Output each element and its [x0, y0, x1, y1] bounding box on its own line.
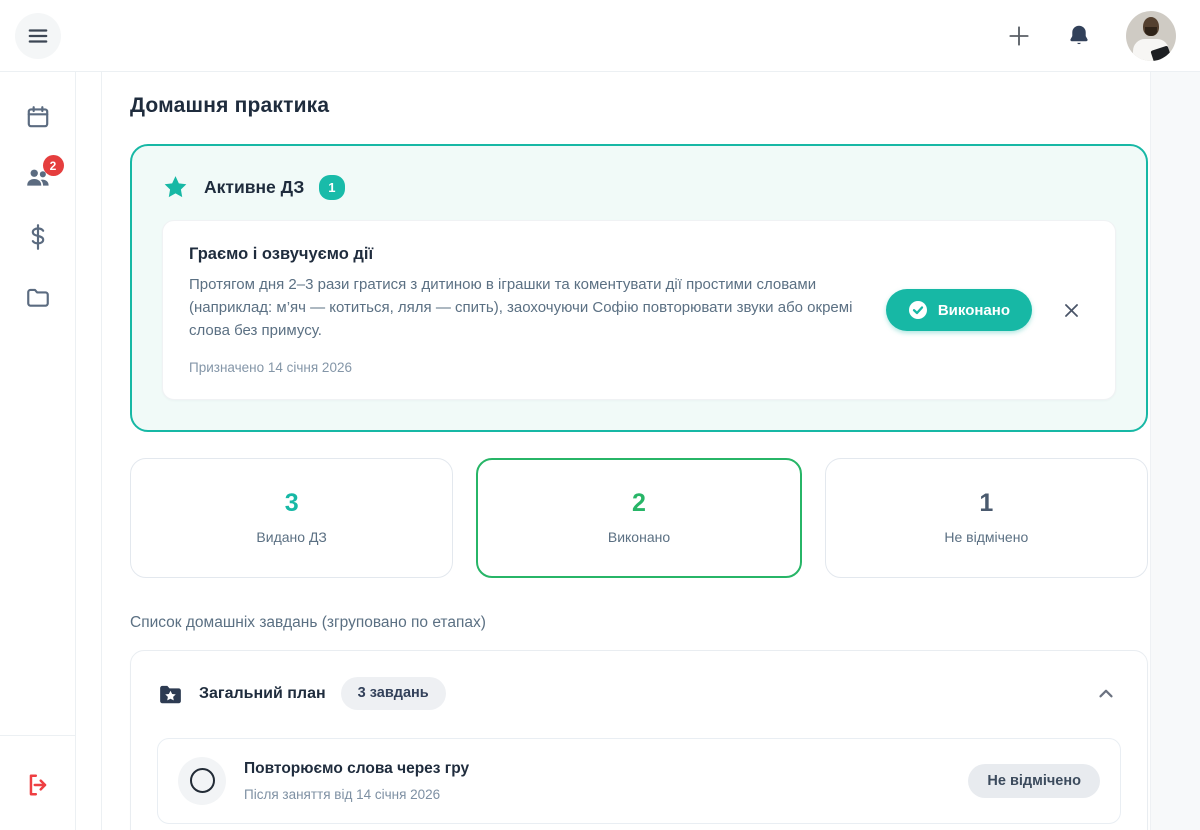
folder-star-icon — [157, 682, 184, 706]
plus-icon — [1006, 23, 1032, 49]
active-homework-header: Активне ДЗ 1 — [162, 174, 1116, 200]
mark-done-label: Виконано — [938, 302, 1010, 319]
dismiss-task-button[interactable] — [1060, 299, 1083, 322]
stage-group-count-badge: 3 завдань — [341, 677, 446, 710]
close-icon — [1062, 301, 1081, 320]
sidebar-item-clients[interactable]: 2 — [23, 164, 53, 190]
sidebar-rail — [76, 72, 102, 830]
menu-button[interactable] — [15, 13, 61, 59]
stage-group-card: Загальний план 3 завдань Повторюємо слов… — [130, 650, 1148, 830]
avatar-face — [1145, 27, 1157, 36]
clients-badge: 2 — [43, 155, 64, 176]
active-homework-label: Активне ДЗ — [204, 177, 304, 198]
stats-row: 3 Видано ДЗ 2 Виконано 1 Не відмічено — [130, 458, 1148, 578]
notifications-button[interactable] — [1066, 23, 1092, 49]
sidebar-item-calendar[interactable] — [23, 104, 53, 130]
active-task-actions: Виконано — [886, 289, 1089, 331]
calendar-icon — [25, 104, 51, 130]
hamburger-icon — [27, 25, 49, 47]
stat-card-unmarked[interactable]: 1 Не відмічено — [825, 458, 1148, 578]
stat-card-issued[interactable]: 3 Видано ДЗ — [130, 458, 453, 578]
active-task-card: Граємо і озвучуємо дії Протягом дня 2–3 … — [162, 220, 1116, 400]
stat-done-label: Виконано — [608, 529, 670, 545]
active-homework-card: Активне ДЗ 1 Граємо і озвучуємо дії Прот… — [130, 144, 1148, 432]
active-task-assigned-date: Призначено 14 січня 2026 — [189, 360, 860, 375]
sidebar-item-billing[interactable] — [23, 224, 53, 250]
stat-done-value: 2 — [632, 491, 646, 516]
stage-group-header: Загальний план 3 завдань — [157, 677, 1121, 710]
right-gutter — [1150, 72, 1200, 830]
stat-card-done[interactable]: 2 Виконано — [476, 458, 801, 578]
avatar[interactable] — [1126, 11, 1176, 61]
chevron-up-icon — [1095, 683, 1117, 705]
folder-icon — [25, 285, 51, 309]
main-content: Домашня практика Активне ДЗ 1 Граємо і о… — [102, 72, 1150, 830]
stat-unmarked-value: 1 — [979, 491, 993, 516]
mark-done-button[interactable]: Виконано — [886, 289, 1032, 331]
sidebar: 2 — [0, 72, 76, 830]
star-icon — [162, 174, 189, 200]
active-task-description: Протягом дня 2–3 рази гратися з дитиною … — [189, 274, 860, 342]
sidebar-item-materials[interactable] — [23, 284, 53, 310]
stage-group-title: Загальний план — [199, 685, 326, 703]
homework-row[interactable]: Повторюємо слова через гру Після заняття… — [157, 738, 1121, 824]
bell-icon — [1066, 23, 1092, 49]
sidebar-divider — [0, 735, 75, 736]
active-task-title: Граємо і озвучуємо дії — [189, 245, 860, 264]
homework-status-badge: Не відмічено — [968, 764, 1100, 799]
check-circle-icon — [908, 300, 928, 320]
stat-unmarked-label: Не відмічено — [944, 529, 1028, 545]
unchecked-circle-icon — [190, 768, 215, 793]
homework-status-toggle[interactable] — [178, 757, 226, 805]
stat-issued-value: 3 — [285, 491, 299, 516]
stat-issued-label: Видано ДЗ — [256, 529, 326, 545]
page-title: Домашня практика — [130, 94, 1148, 118]
active-count-badge: 1 — [319, 175, 344, 200]
top-bar — [0, 0, 1200, 72]
logout-icon — [25, 772, 51, 798]
active-task-body: Граємо і озвучуємо дії Протягом дня 2–3 … — [189, 245, 860, 375]
dollar-icon — [25, 223, 51, 251]
homework-session-date: Після заняття від 14 січня 2026 — [244, 787, 950, 802]
collapse-group-button[interactable] — [1091, 679, 1121, 709]
homework-title: Повторюємо слова через гру — [244, 760, 950, 778]
logout-button[interactable] — [23, 772, 53, 798]
add-button[interactable] — [1006, 23, 1032, 49]
homework-list-heading: Список домашніх завдань (згруповано по е… — [130, 614, 1148, 632]
homework-row-texts: Повторюємо слова через гру Після заняття… — [244, 760, 950, 802]
